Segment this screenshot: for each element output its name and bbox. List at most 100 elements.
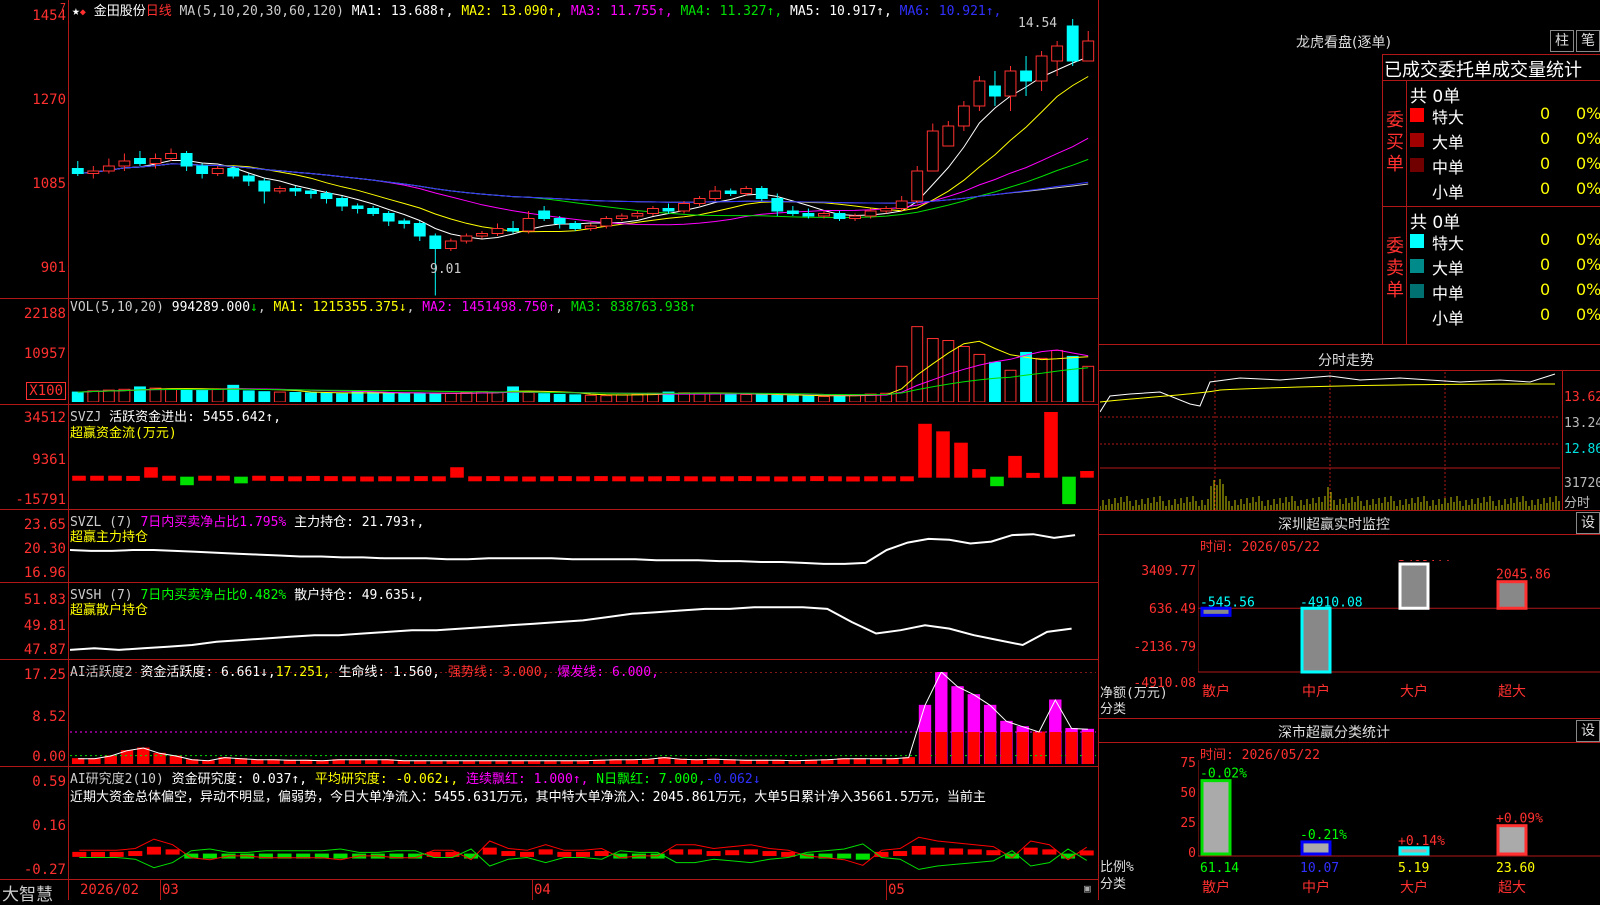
bar (324, 476, 338, 482)
bar (630, 476, 644, 482)
ratio-value: 61.14 (1200, 861, 1239, 876)
date-label: 03 (162, 882, 179, 898)
svzj-bar-chart[interactable] (70, 412, 1096, 507)
bar (102, 389, 115, 402)
sz-stats-chart[interactable]: -0.02% 61.14 散户 -0.21% 10.07 中户 +0.14% 5.19 大户 +0… (1198, 760, 1600, 900)
bar (557, 851, 572, 857)
bar (648, 476, 662, 482)
color-swatch (1410, 259, 1424, 273)
net-value: 3409.77 (1398, 560, 1453, 565)
candle-body (786, 210, 799, 214)
color-swatch (1410, 158, 1424, 172)
sz-monitor-xlabel: 分类 (1100, 702, 1127, 717)
svsh-line-chart[interactable] (70, 592, 1096, 657)
candle-body (647, 208, 659, 214)
bar (723, 759, 736, 764)
bar (886, 758, 899, 764)
category-label: 中户 (1302, 879, 1330, 896)
bar (918, 423, 932, 478)
vol-unit[interactable]: X100 (26, 382, 66, 400)
bar (149, 387, 162, 402)
svsh-axis: 51.83 49.81 47.87 (0, 582, 68, 659)
bar (144, 467, 158, 478)
candle-body (165, 153, 177, 159)
candle-body (1035, 55, 1048, 82)
order-p: 0% (1576, 179, 1600, 198)
ratio-bar (1300, 840, 1332, 856)
volume-chart[interactable] (70, 314, 1096, 402)
dragon-tabs[interactable]: 已成交委托单成交量统计 (1384, 56, 1600, 82)
candle-body (476, 233, 488, 237)
candle-body (71, 168, 84, 174)
bar (71, 391, 84, 402)
bar (837, 853, 852, 859)
order-v: 0 (1540, 305, 1551, 324)
bar (725, 850, 740, 856)
bar (396, 476, 410, 482)
bar (882, 476, 896, 482)
bar (522, 391, 535, 402)
tick-view-button[interactable]: 笔 (1576, 30, 1600, 52)
ai1-tick: 8.52 (32, 709, 66, 725)
bar (491, 391, 504, 402)
net-value: 2045.86 (1496, 568, 1551, 583)
bar (273, 391, 286, 402)
color-swatch (1410, 183, 1424, 197)
bar (360, 476, 374, 482)
bar (1026, 472, 1040, 478)
intraday-tick: 12.86 (1564, 442, 1600, 457)
candle-body (926, 130, 939, 172)
bar (482, 847, 497, 855)
candle-body (895, 200, 908, 209)
svzl-line-chart[interactable] (70, 518, 1096, 580)
bar (936, 431, 950, 478)
bar (828, 476, 842, 482)
bar (687, 849, 702, 855)
ratio-change: +0.14% (1398, 834, 1445, 849)
sz-monitor-settings-button[interactable]: 设 (1576, 512, 1600, 534)
bar (398, 392, 411, 402)
bar (351, 391, 364, 402)
lock-icon[interactable]: ▣ (1084, 882, 1091, 895)
ai-activity-chart[interactable] (70, 672, 1096, 764)
candle-body (351, 205, 364, 209)
bar (818, 395, 830, 402)
sz-stats-tick: 0 (1188, 846, 1196, 861)
ai2-t2: 平均研究度: -0.062↓, (314, 772, 459, 787)
bar (504, 476, 518, 482)
sz-monitor-chart[interactable]: -545.56 散户 -4910.08 中户 3409.77 大户 2045.86 超大 (1198, 560, 1600, 716)
bar (270, 476, 284, 482)
order-name: 特大 (1432, 108, 1465, 127)
bar (486, 476, 500, 482)
candle-body (973, 80, 986, 107)
intraday-chart[interactable] (1100, 372, 1560, 510)
bar (771, 394, 784, 402)
candle-body (180, 153, 193, 167)
vol-arrow: ↓ (250, 300, 258, 315)
candle-body (833, 213, 846, 219)
low-price-label: 9.01 (430, 262, 462, 277)
candle-body (305, 190, 317, 194)
bar (540, 476, 554, 482)
bar (709, 393, 722, 402)
date-label: 05 (888, 882, 905, 898)
bar-view-button[interactable]: 柱 (1550, 30, 1574, 52)
sz-stats-settings-button[interactable]: 设 (1576, 720, 1600, 742)
date-label: 2026/02 (80, 882, 140, 898)
bar (251, 759, 264, 764)
svzl-tick: 23.65 (23, 517, 66, 533)
candle-body (382, 213, 395, 222)
bar (1035, 357, 1048, 402)
candle-body (584, 225, 597, 229)
bar (833, 395, 846, 402)
candlestick-chart[interactable] (70, 16, 1096, 296)
ai-bar-base (919, 732, 931, 764)
candle-body (429, 235, 442, 249)
ai-research-chart[interactable] (70, 804, 1096, 877)
svsh-tick: 51.83 (23, 592, 66, 608)
bar (989, 361, 1001, 402)
order-v: 0 (1540, 104, 1551, 123)
bar (367, 391, 380, 402)
bar (674, 758, 687, 764)
order-name: 中单 (1432, 284, 1465, 303)
